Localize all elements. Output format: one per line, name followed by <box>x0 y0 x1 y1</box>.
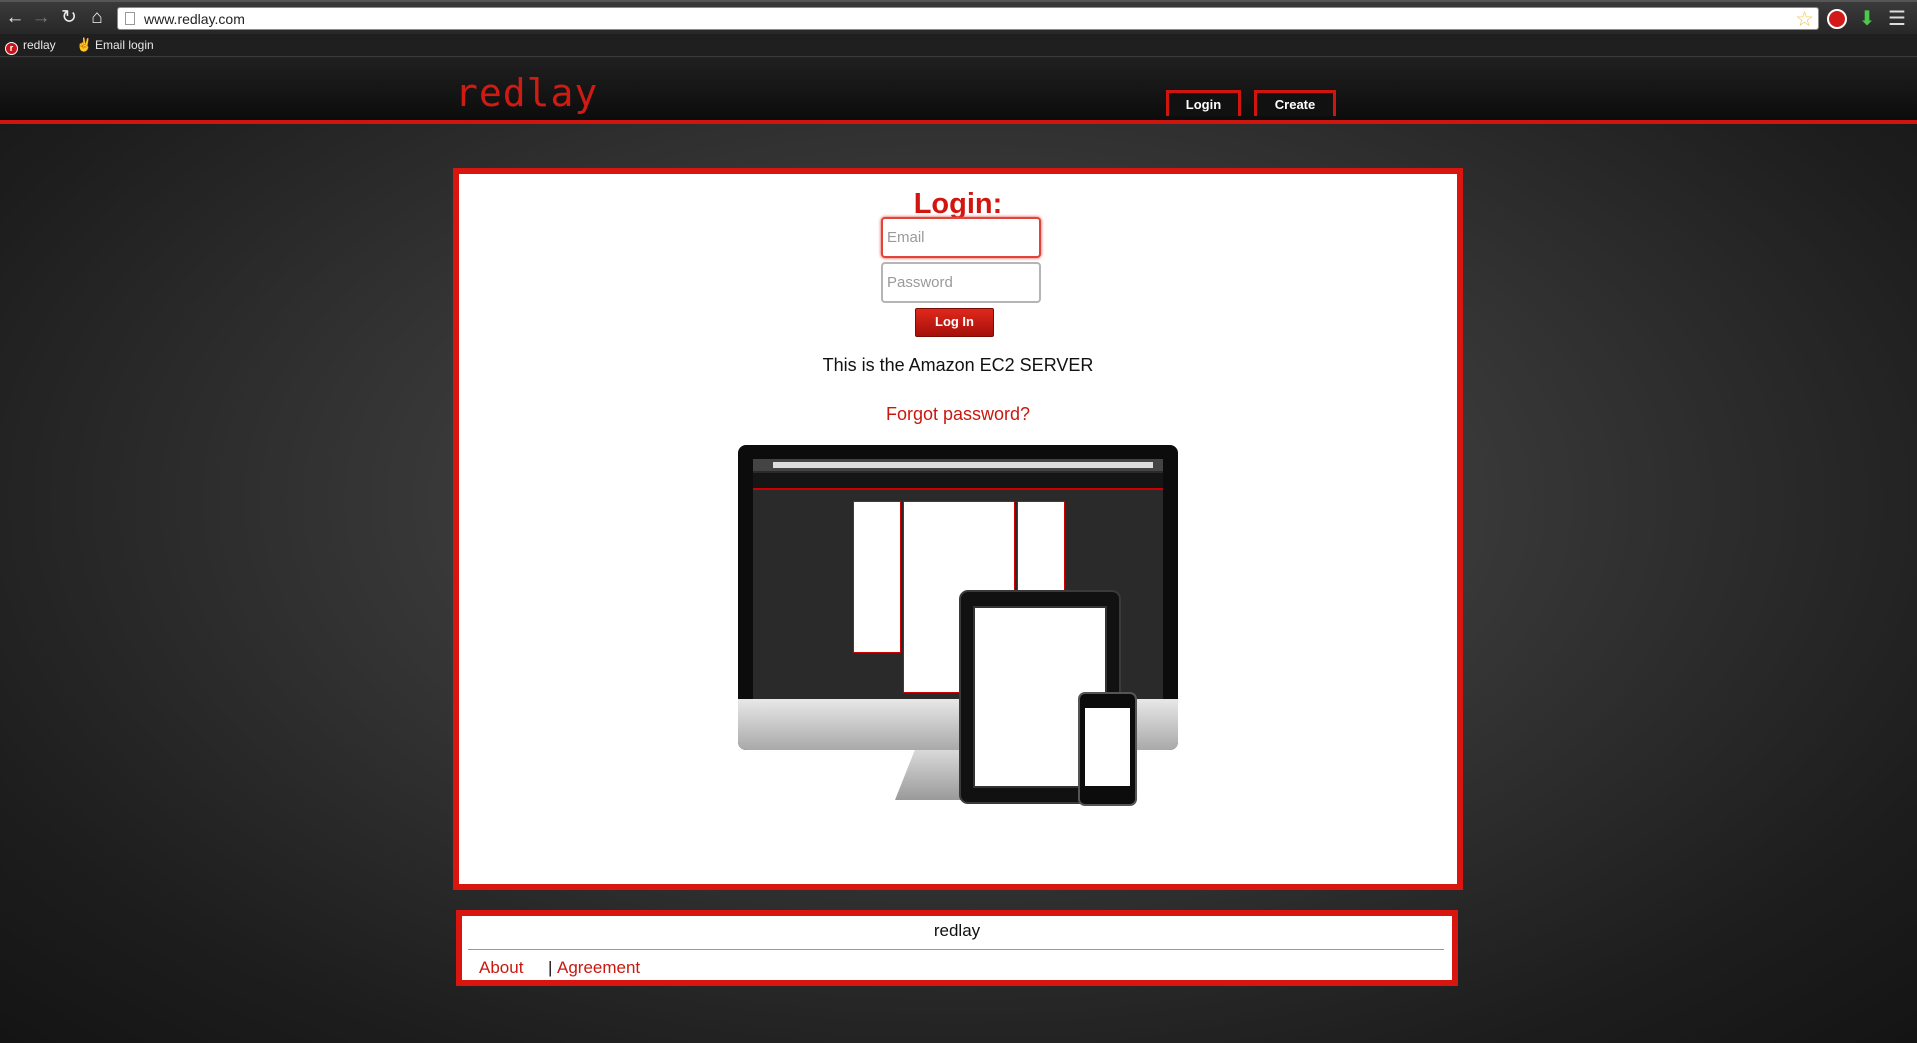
devices-illustration <box>735 442 1195 842</box>
bookmark-email-login[interactable]: ✌ Email login <box>76 37 154 53</box>
screen-url-bar <box>773 462 1153 468</box>
header-login-button[interactable]: Login <box>1166 90 1241 116</box>
site-header: redlay Login Create <box>0 57 1917 124</box>
screen-browser-bar <box>753 459 1163 471</box>
star-icon[interactable]: ☆ <box>1795 7 1814 32</box>
redlay-favicon: r <box>5 42 18 55</box>
email-field[interactable] <box>881 217 1041 258</box>
phone-image <box>1078 692 1137 806</box>
header-create-button[interactable]: Create <box>1254 90 1336 116</box>
phone-screen <box>1085 708 1130 786</box>
download-icon[interactable]: ⬇ <box>1857 9 1877 29</box>
bookmark-redlay[interactable]: r redlay <box>5 37 56 55</box>
footer-title: redlay <box>933 921 981 940</box>
address-bar[interactable]: www.redlay.com ☆ <box>117 7 1819 32</box>
footer-divider <box>468 949 1444 950</box>
page-icon <box>125 12 135 25</box>
agreement-link[interactable]: Agreement <box>557 958 640 978</box>
bookmark-label: redlay <box>23 38 56 52</box>
page-content: redlay Login Create Login: Log In This i… <box>0 57 1917 1043</box>
hand-icon: ✌ <box>76 37 93 52</box>
home-icon[interactable]: ⌂ <box>86 7 108 29</box>
screen-site-header <box>753 473 1163 490</box>
forward-arrow-icon[interactable]: → <box>30 7 52 29</box>
log-in-button[interactable]: Log In <box>915 308 994 337</box>
browser-toolbar: ← → ↻ ⌂ www.redlay.com ☆ ⬇ ☰ <box>0 0 1917 36</box>
back-arrow-icon[interactable]: ← <box>4 7 26 29</box>
site-logo[interactable]: redlay <box>455 71 598 115</box>
screen-activity-column <box>1017 501 1065 603</box>
screen-profile-column <box>853 501 901 653</box>
server-note: This is the Amazon EC2 SERVER <box>822 355 1094 375</box>
bookmarks-bar: r redlay ✌ Email login <box>0 34 1917 57</box>
menu-icon[interactable]: ☰ <box>1887 9 1907 29</box>
link-separator: | <box>548 958 553 977</box>
login-panel: Login: Log In This is the Amazon EC2 SER… <box>453 168 1463 890</box>
forgot-password-link[interactable]: Forgot password? <box>459 404 1457 425</box>
reload-icon[interactable]: ↻ <box>58 7 80 29</box>
bookmark-label: Email login <box>95 38 154 52</box>
password-field[interactable] <box>881 262 1041 303</box>
footer-panel: redlay About | Agreement <box>456 910 1458 986</box>
about-link[interactable]: About <box>479 958 523 978</box>
stop-extension-icon[interactable] <box>1827 9 1847 29</box>
url-text[interactable]: www.redlay.com <box>144 11 245 27</box>
